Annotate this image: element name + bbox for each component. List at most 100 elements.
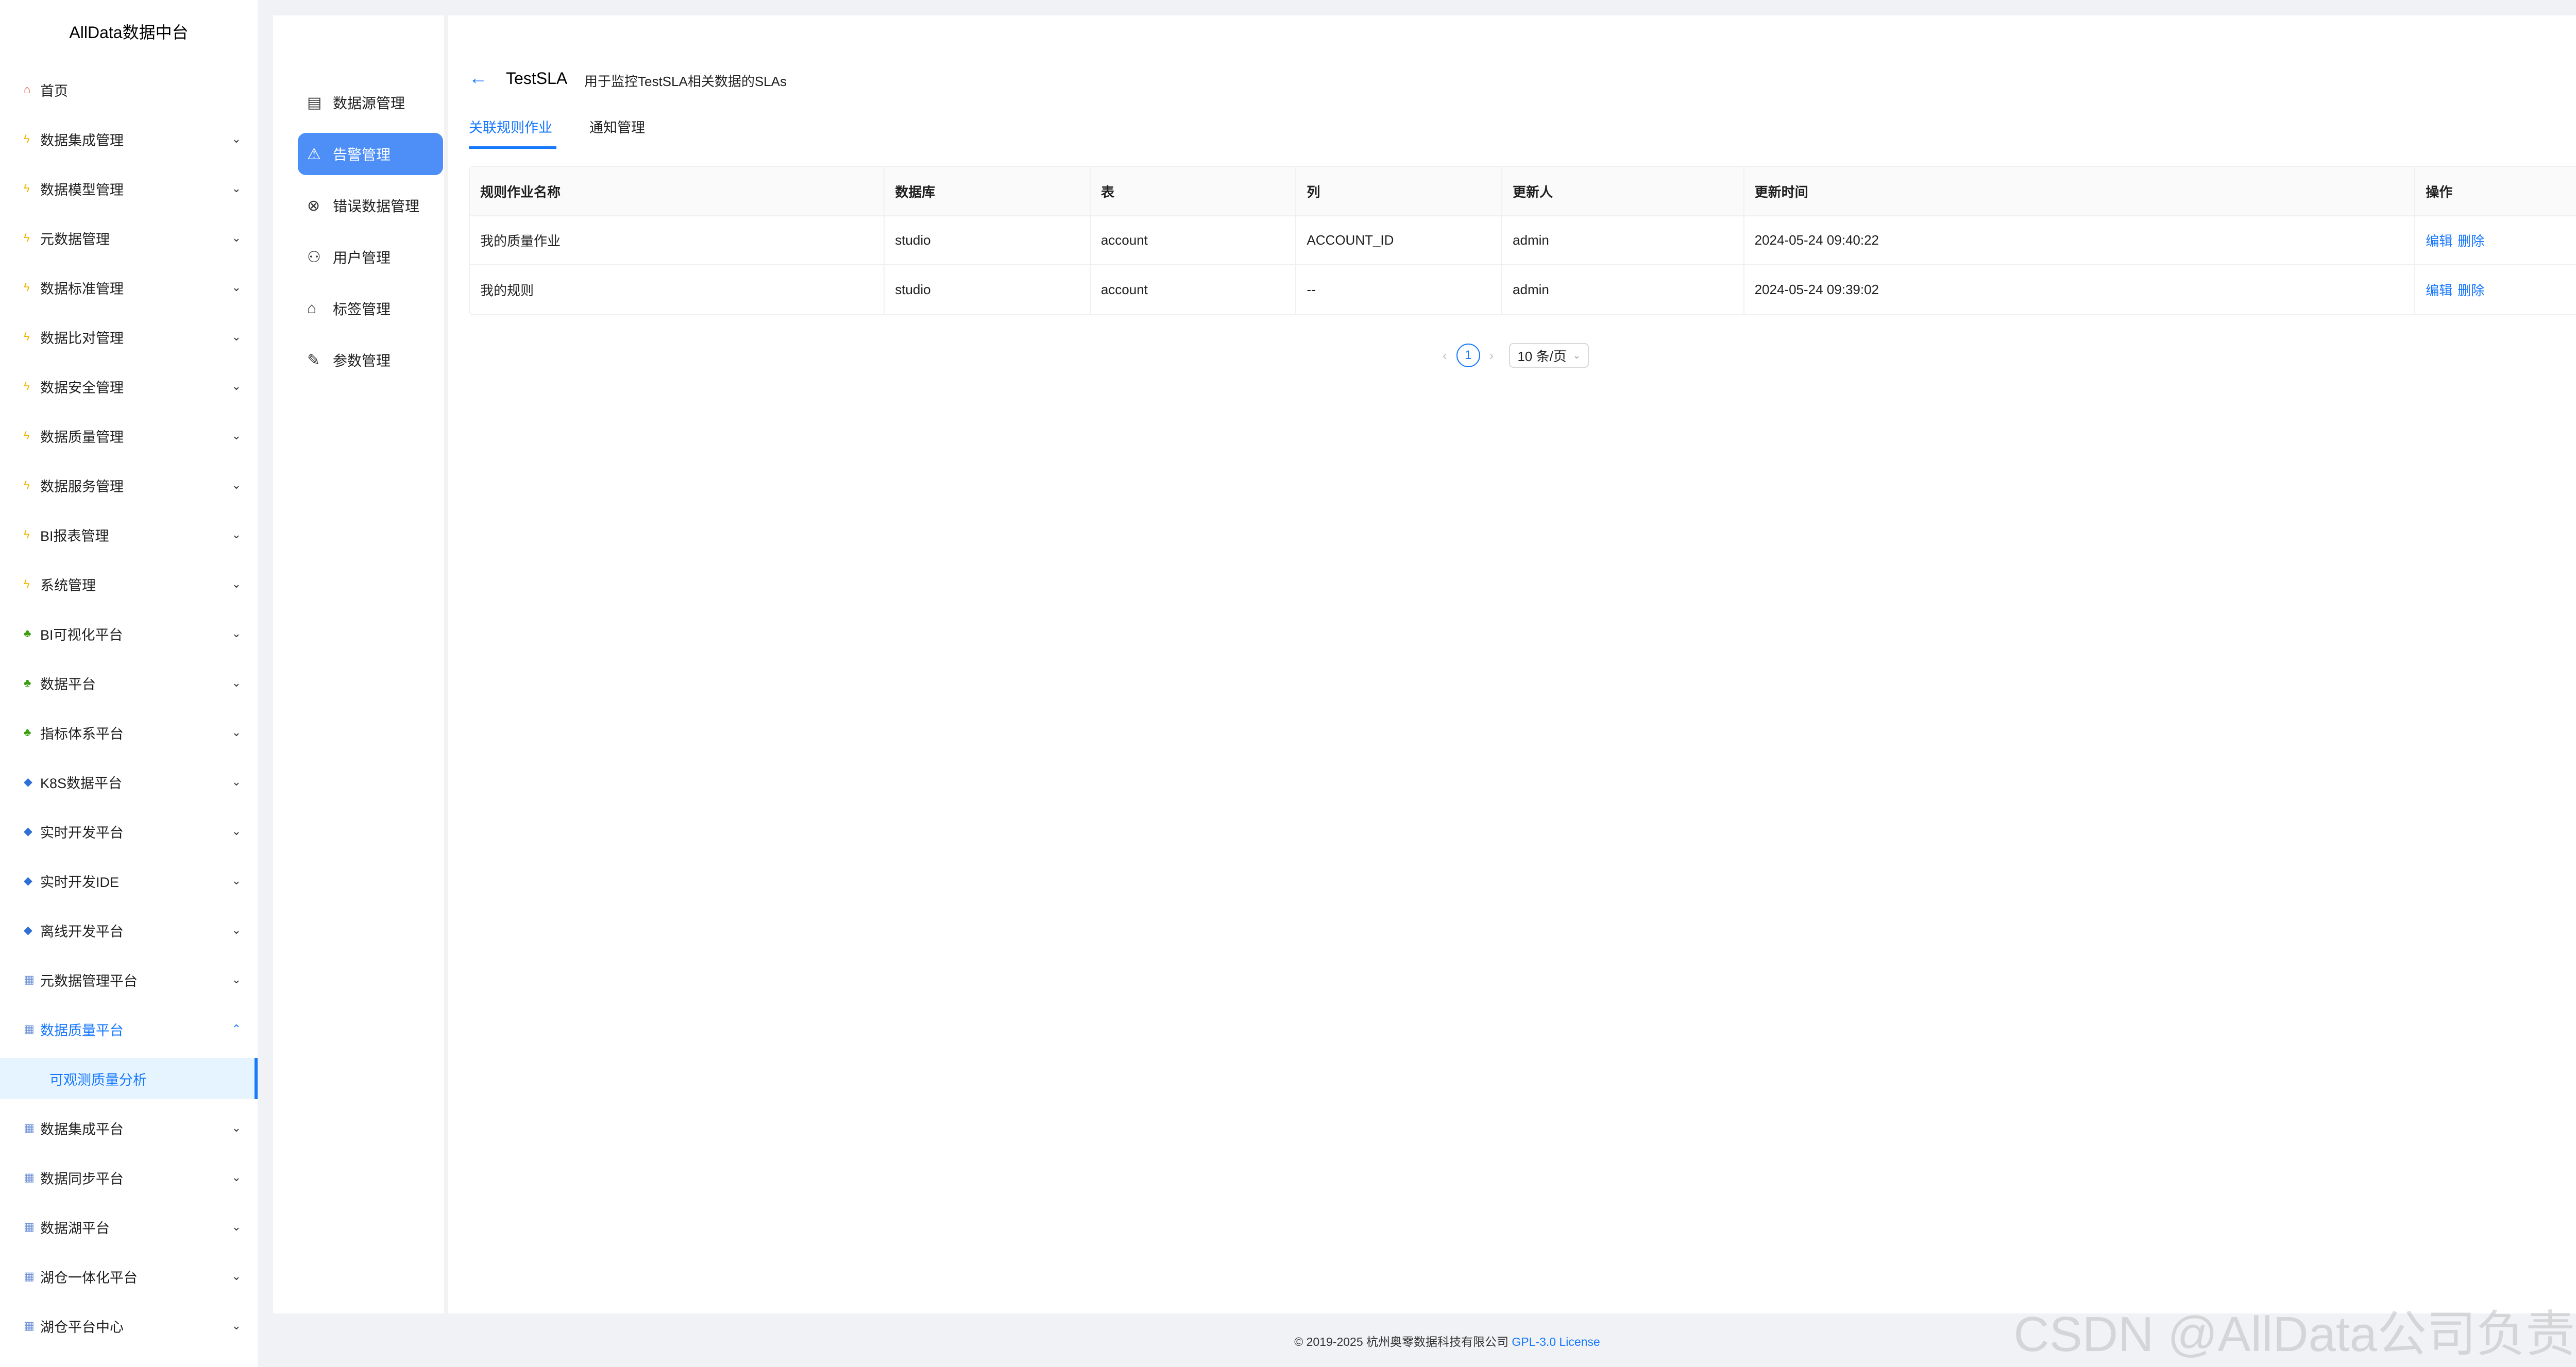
- sidebar-item-label: 离线开发平台: [40, 924, 124, 939]
- home-icon: ⌂: [24, 83, 31, 96]
- column-header: 列: [1296, 167, 1503, 215]
- edit-link[interactable]: 编辑: [2426, 280, 2452, 299]
- chevron-down-icon: ⌄: [231, 479, 241, 491]
- page-description: 用于监控TestSLA相关数据的SLAs: [584, 74, 787, 89]
- sub-navigation: ▤ 数据源管理 ⚠ 告警管理 ⊗ 错误数据管理 ⚇ 用户管理 ⌂ 标签管理 ✎ 参数管理: [273, 15, 448, 1313]
- sidebar-item[interactable]: ▦ 数据同步平台 ⌄: [0, 1153, 258, 1202]
- actions-cell: 编辑 删除: [2415, 265, 2576, 314]
- updated-time-cell: 2024-05-24 09:40:22: [1744, 216, 2416, 264]
- sidebar-item[interactable]: ◆ 离线开发平台 ⌄: [0, 905, 258, 955]
- chevron-down-icon: ⌄: [231, 726, 241, 739]
- sidebar-item-label: 实时开发IDE: [40, 874, 120, 890]
- page-number-button[interactable]: 1: [1456, 344, 1480, 367]
- subnav-item-label: 用户管理: [333, 250, 391, 266]
- column-header: 更新时间: [1744, 167, 2416, 215]
- sidebar-item[interactable]: ϟ BI报表管理 ⌄: [0, 510, 258, 559]
- sidebar-item[interactable]: ▦ 数据湖平台 ⌄: [0, 1202, 258, 1252]
- sidebar-subitem-label: 可观测质量分析: [49, 1072, 147, 1088]
- bolt-icon: ϟ: [24, 528, 30, 541]
- sidebar-item[interactable]: ◆ K8S数据平台 ⌄: [0, 757, 258, 807]
- page-size-select[interactable]: 10 条/页 ⌄: [1509, 343, 1589, 368]
- sidebar-item[interactable]: ♣ 数据平台 ⌄: [0, 658, 258, 708]
- sidebar-item[interactable]: ϟ 元数据管理 ⌄: [0, 213, 258, 263]
- table-name-cell: account: [1091, 216, 1297, 264]
- delete-link[interactable]: 删除: [2458, 280, 2484, 299]
- column-header: 数据库: [885, 167, 1091, 215]
- edit-link[interactable]: 编辑: [2426, 231, 2452, 250]
- table-name-cell: account: [1091, 265, 1297, 314]
- sidebar-item[interactable]: ϟ 数据安全管理 ⌄: [0, 362, 258, 411]
- sidebar-item-label: 系统管理: [40, 577, 96, 593]
- sidebar-item[interactable]: ⌂ 首页: [0, 65, 258, 114]
- page-title: TestSLA: [506, 69, 568, 88]
- subnav-item[interactable]: ✎ 参数管理: [298, 339, 443, 381]
- job-name-cell: 我的质量作业: [470, 216, 885, 264]
- grid-icon: ▦: [24, 973, 35, 986]
- chevron-down-icon: ⌄: [231, 1171, 241, 1184]
- prev-page-icon[interactable]: ‹: [1443, 348, 1447, 364]
- subnav-item-label: 参数管理: [333, 353, 391, 369]
- app-title: AllData数据中台: [69, 23, 189, 42]
- database-cell: studio: [885, 265, 1091, 314]
- updater-cell: admin: [1502, 265, 1744, 314]
- sidebar-item[interactable]: ▦ 湖仓一体化平台 ⌄: [0, 1252, 258, 1301]
- sidebar-item-label: 实时开发平台: [40, 825, 124, 841]
- sidebar-item[interactable]: ϟ 数据模型管理 ⌄: [0, 164, 258, 213]
- subnav-item[interactable]: ⚠ 告警管理: [298, 133, 443, 175]
- sidebar-item[interactable]: ϟ 数据质量管理 ⌄: [0, 411, 258, 460]
- sidebar-item[interactable]: ▦ 湖仓平台中心 ⌄: [0, 1301, 258, 1351]
- chevron-down-icon: ⌄: [231, 924, 241, 936]
- chevron-down-icon: ⌄: [231, 1319, 241, 1332]
- sidebar-item-label: 湖仓一体化平台: [40, 1270, 138, 1286]
- copyright-text: © 2019-2025 杭州奥零数据科技有限公司: [1294, 1335, 1509, 1348]
- delete-link[interactable]: 删除: [2458, 231, 2484, 250]
- back-arrow-icon[interactable]: ←: [469, 67, 487, 89]
- sidebar-item[interactable]: ▦ 数据质量平台 ⌃: [0, 1004, 258, 1054]
- sidebar-item[interactable]: ϟ 数据服务管理 ⌄: [0, 460, 258, 510]
- sidebar-item[interactable]: ϟ 数据比对管理 ⌄: [0, 312, 258, 362]
- table-row: 我的质量作业 studio account ACCOUNT_ID admin 2…: [470, 216, 2576, 265]
- sidebar-item[interactable]: ▦ 元数据管理平台 ⌄: [0, 955, 258, 1004]
- sidebar-item[interactable]: ♣ BI可视化平台 ⌄: [0, 609, 258, 658]
- chevron-down-icon: ⌄: [231, 973, 241, 986]
- chevron-down-icon: ⌄: [231, 182, 241, 195]
- chevron-down-icon: ⌄: [231, 380, 241, 392]
- license-link[interactable]: GPL-3.0 License: [1512, 1335, 1600, 1348]
- page-size-value: 10 条/页: [1517, 348, 1567, 364]
- subnav-item[interactable]: ⌂ 标签管理: [298, 287, 443, 330]
- subnav-item-label: 错误数据管理: [333, 198, 420, 214]
- sidebar-item-label: 数据比对管理: [40, 330, 124, 346]
- sidebar-item[interactable]: ϟ 数据集成管理 ⌄: [0, 114, 258, 164]
- sidebar-item[interactable]: ϟ 系统管理 ⌄: [0, 559, 258, 609]
- subnav-item[interactable]: ⚇ 用户管理: [298, 236, 443, 278]
- grid-icon: ▦: [24, 1220, 35, 1233]
- rule-jobs-table: 规则作业名称 数据库 表 列 更新人 更新时间 操作 我的质量作业 studio…: [469, 166, 2576, 315]
- chevron-down-icon: ⌄: [231, 330, 241, 343]
- sidebar-item[interactable]: ◆ 实时开发IDE ⌄: [0, 856, 258, 905]
- database-icon: ▤: [307, 94, 322, 111]
- plant-icon: ♣: [24, 627, 31, 640]
- sidebar-subitem-active[interactable]: 可观测质量分析: [0, 1058, 258, 1099]
- sidebar-item-label: 数据质量平台: [40, 1022, 124, 1038]
- sidebar-item[interactable]: ϟ 数据标准管理 ⌄: [0, 263, 258, 312]
- bolt-icon: ϟ: [24, 429, 30, 442]
- next-page-icon[interactable]: ›: [1489, 348, 1494, 364]
- sidebar-item-label: 指标体系平台: [40, 726, 124, 742]
- subnav-item[interactable]: ⊗ 错误数据管理: [298, 184, 443, 227]
- gem-icon: ◆: [24, 775, 32, 788]
- gem-icon: ◆: [24, 924, 32, 936]
- gem-icon: ◆: [24, 874, 32, 887]
- tab-notification-management[interactable]: 通知管理: [589, 116, 645, 136]
- sidebar-item-label: 首页: [40, 83, 68, 99]
- sidebar-item[interactable]: ▦ 数据集成平台 ⌄: [0, 1103, 258, 1153]
- sidebar-item-label: 数据安全管理: [40, 380, 124, 396]
- user-icon: ⚇: [307, 248, 321, 266]
- sidebar-item[interactable]: ♣ 指标体系平台 ⌄: [0, 708, 258, 757]
- error-icon: ⊗: [307, 197, 320, 214]
- column-header: 表: [1091, 167, 1297, 215]
- table-header-row: 规则作业名称 数据库 表 列 更新人 更新时间 操作: [470, 167, 2576, 216]
- bolt-icon: ϟ: [24, 479, 30, 491]
- subnav-item[interactable]: ▤ 数据源管理: [298, 81, 443, 124]
- tab-related-rule-jobs[interactable]: 关联规则作业: [469, 116, 552, 136]
- sidebar-item[interactable]: ◆ 实时开发平台 ⌄: [0, 807, 258, 856]
